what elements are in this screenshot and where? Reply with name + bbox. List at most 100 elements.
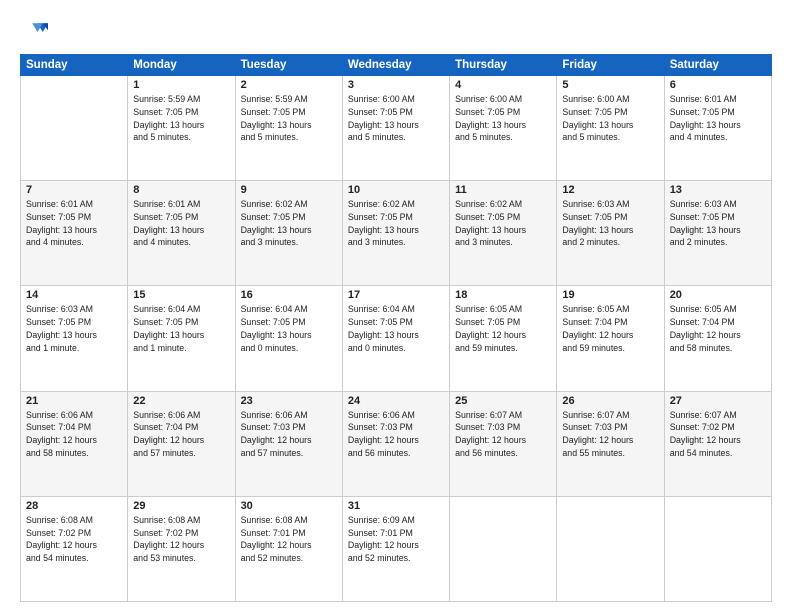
calendar-cell: 27 Sunrise: 6:07 AMSunset: 7:02 PMDayligh… bbox=[664, 391, 771, 496]
day-number: 23 bbox=[241, 395, 337, 407]
calendar-cell: 15Sunrise: 6:04 AMSunset: 7:05 PMDayligh… bbox=[128, 286, 235, 391]
day-info: Sunrise: 6:08 AMSunset: 7:02 PMDaylight:… bbox=[26, 514, 122, 565]
day-info: Sunrise: 6:03 AMSunset: 7:05 PMDaylight:… bbox=[670, 198, 766, 249]
page: SundayMondayTuesdayWednesdayThursdayFrid… bbox=[0, 0, 792, 612]
day-info: Sunrise: 6:06 AMSunset: 7:04 PMDaylight:… bbox=[26, 409, 122, 460]
day-number: 31 bbox=[348, 500, 444, 512]
day-number: 9 bbox=[241, 184, 337, 196]
day-number: 17 bbox=[348, 289, 444, 301]
calendar-header-monday: Monday bbox=[128, 55, 235, 76]
calendar-cell: 30 Sunrise: 6:08 AMSunset: 7:01 PMDayligh… bbox=[235, 496, 342, 601]
day-number: 13 bbox=[670, 184, 766, 196]
calendar-cell: 24 Sunrise: 6:06 AMSunset: 7:03 PMDayligh… bbox=[342, 391, 449, 496]
calendar-cell: 14Sunrise: 6:03 AMSunset: 7:05 PMDayligh… bbox=[21, 286, 128, 391]
day-info: Sunrise: 6:00 AMSunset: 7:05 PMDaylight:… bbox=[562, 93, 658, 144]
logo bbox=[20, 18, 52, 46]
day-number: 1 bbox=[133, 79, 229, 91]
day-info: Sunrise: 6:01 AMSunset: 7:05 PMDaylight:… bbox=[133, 198, 229, 249]
day-info: Sunrise: 6:07 AMSunset: 7:02 PMDaylight:… bbox=[670, 409, 766, 460]
calendar-cell: 3 Sunrise: 6:00 AMSunset: 7:05 PMDaylight… bbox=[342, 76, 449, 181]
calendar-cell: 31 Sunrise: 6:09 AMSunset: 7:01 PMDayligh… bbox=[342, 496, 449, 601]
calendar-header-sunday: Sunday bbox=[21, 55, 128, 76]
calendar-header-friday: Friday bbox=[557, 55, 664, 76]
calendar-cell: 5Sunrise: 6:00 AMSunset: 7:05 PMDaylight… bbox=[557, 76, 664, 181]
day-number: 19 bbox=[562, 289, 658, 301]
calendar-cell: 9 Sunrise: 6:02 AMSunset: 7:05 PMDaylight… bbox=[235, 181, 342, 286]
calendar-header-thursday: Thursday bbox=[450, 55, 557, 76]
calendar-header-row: SundayMondayTuesdayWednesdayThursdayFrid… bbox=[21, 55, 772, 76]
calendar-cell: 29Sunrise: 6:08 AMSunset: 7:02 PMDayligh… bbox=[128, 496, 235, 601]
day-info: Sunrise: 6:08 AMSunset: 7:01 PMDaylight:… bbox=[241, 514, 337, 565]
header bbox=[20, 18, 772, 46]
day-number: 26 bbox=[562, 395, 658, 407]
calendar-cell: 1 Sunrise: 5:59 AMSunset: 7:05 PMDaylight… bbox=[128, 76, 235, 181]
calendar-cell: 23 Sunrise: 6:06 AMSunset: 7:03 PMDayligh… bbox=[235, 391, 342, 496]
day-number: 18 bbox=[455, 289, 551, 301]
logo-icon bbox=[20, 18, 48, 46]
day-number: 3 bbox=[348, 79, 444, 91]
calendar-cell: 19 Sunrise: 6:05 AMSunset: 7:04 PMDayligh… bbox=[557, 286, 664, 391]
day-number: 8 bbox=[133, 184, 229, 196]
day-number: 4 bbox=[455, 79, 551, 91]
day-number: 7 bbox=[26, 184, 122, 196]
calendar-cell: 21 Sunrise: 6:06 AMSunset: 7:04 PMDayligh… bbox=[21, 391, 128, 496]
calendar-cell: 22 Sunrise: 6:06 AMSunset: 7:04 PMDayligh… bbox=[128, 391, 235, 496]
day-number: 11 bbox=[455, 184, 551, 196]
day-number: 30 bbox=[241, 500, 337, 512]
calendar-cell: 17 Sunrise: 6:04 AMSunset: 7:05 PMDayligh… bbox=[342, 286, 449, 391]
calendar-header-saturday: Saturday bbox=[664, 55, 771, 76]
day-info: Sunrise: 6:00 AMSunset: 7:05 PMDaylight:… bbox=[455, 93, 551, 144]
day-number: 2 bbox=[241, 79, 337, 91]
calendar-cell: 10Sunrise: 6:02 AMSunset: 7:05 PMDayligh… bbox=[342, 181, 449, 286]
calendar-cell: 8 Sunrise: 6:01 AMSunset: 7:05 PMDaylight… bbox=[128, 181, 235, 286]
day-number: 12 bbox=[562, 184, 658, 196]
day-info: Sunrise: 6:03 AMSunset: 7:05 PMDaylight:… bbox=[562, 198, 658, 249]
day-info: Sunrise: 6:00 AMSunset: 7:05 PMDaylight:… bbox=[348, 93, 444, 144]
day-number: 28 bbox=[26, 500, 122, 512]
day-number: 24 bbox=[348, 395, 444, 407]
calendar-cell bbox=[557, 496, 664, 601]
day-info: Sunrise: 6:05 AMSunset: 7:05 PMDaylight:… bbox=[455, 303, 551, 354]
day-number: 27 bbox=[670, 395, 766, 407]
calendar-cell: 4 Sunrise: 6:00 AMSunset: 7:05 PMDaylight… bbox=[450, 76, 557, 181]
day-info: Sunrise: 6:05 AMSunset: 7:04 PMDaylight:… bbox=[562, 303, 658, 354]
calendar-cell: 18 Sunrise: 6:05 AMSunset: 7:05 PMDayligh… bbox=[450, 286, 557, 391]
calendar-cell: 7 Sunrise: 6:01 AMSunset: 7:05 PMDaylight… bbox=[21, 181, 128, 286]
calendar-cell: 12 Sunrise: 6:03 AMSunset: 7:05 PMDayligh… bbox=[557, 181, 664, 286]
day-info: Sunrise: 6:06 AMSunset: 7:04 PMDaylight:… bbox=[133, 409, 229, 460]
day-info: Sunrise: 6:02 AMSunset: 7:05 PMDaylight:… bbox=[348, 198, 444, 249]
calendar-week-3: 14Sunrise: 6:03 AMSunset: 7:05 PMDayligh… bbox=[21, 286, 772, 391]
day-info: Sunrise: 6:02 AMSunset: 7:05 PMDaylight:… bbox=[241, 198, 337, 249]
calendar-table: SundayMondayTuesdayWednesdayThursdayFrid… bbox=[20, 54, 772, 602]
day-number: 21 bbox=[26, 395, 122, 407]
day-info: Sunrise: 6:04 AMSunset: 7:05 PMDaylight:… bbox=[241, 303, 337, 354]
calendar-cell: 20Sunrise: 6:05 AMSunset: 7:04 PMDayligh… bbox=[664, 286, 771, 391]
day-info: Sunrise: 5:59 AMSunset: 7:05 PMDaylight:… bbox=[241, 93, 337, 144]
day-number: 22 bbox=[133, 395, 229, 407]
day-info: Sunrise: 5:59 AMSunset: 7:05 PMDaylight:… bbox=[133, 93, 229, 144]
calendar-cell bbox=[21, 76, 128, 181]
day-info: Sunrise: 6:02 AMSunset: 7:05 PMDaylight:… bbox=[455, 198, 551, 249]
calendar-cell bbox=[450, 496, 557, 601]
day-info: Sunrise: 6:06 AMSunset: 7:03 PMDaylight:… bbox=[241, 409, 337, 460]
calendar-cell: 16 Sunrise: 6:04 AMSunset: 7:05 PMDayligh… bbox=[235, 286, 342, 391]
day-number: 16 bbox=[241, 289, 337, 301]
calendar-header-wednesday: Wednesday bbox=[342, 55, 449, 76]
calendar-week-2: 7 Sunrise: 6:01 AMSunset: 7:05 PMDaylight… bbox=[21, 181, 772, 286]
calendar-week-1: 1 Sunrise: 5:59 AMSunset: 7:05 PMDaylight… bbox=[21, 76, 772, 181]
day-info: Sunrise: 6:09 AMSunset: 7:01 PMDaylight:… bbox=[348, 514, 444, 565]
day-info: Sunrise: 6:05 AMSunset: 7:04 PMDaylight:… bbox=[670, 303, 766, 354]
day-info: Sunrise: 6:01 AMSunset: 7:05 PMDaylight:… bbox=[26, 198, 122, 249]
day-number: 6 bbox=[670, 79, 766, 91]
day-info: Sunrise: 6:01 AMSunset: 7:05 PMDaylight:… bbox=[670, 93, 766, 144]
calendar-week-4: 21 Sunrise: 6:06 AMSunset: 7:04 PMDayligh… bbox=[21, 391, 772, 496]
day-number: 29 bbox=[133, 500, 229, 512]
day-info: Sunrise: 6:06 AMSunset: 7:03 PMDaylight:… bbox=[348, 409, 444, 460]
day-info: Sunrise: 6:04 AMSunset: 7:05 PMDaylight:… bbox=[348, 303, 444, 354]
calendar-cell: 2 Sunrise: 5:59 AMSunset: 7:05 PMDaylight… bbox=[235, 76, 342, 181]
calendar-cell bbox=[664, 496, 771, 601]
calendar-week-5: 28 Sunrise: 6:08 AMSunset: 7:02 PMDayligh… bbox=[21, 496, 772, 601]
calendar-cell: 26Sunrise: 6:07 AMSunset: 7:03 PMDayligh… bbox=[557, 391, 664, 496]
day-number: 25 bbox=[455, 395, 551, 407]
calendar-header-tuesday: Tuesday bbox=[235, 55, 342, 76]
